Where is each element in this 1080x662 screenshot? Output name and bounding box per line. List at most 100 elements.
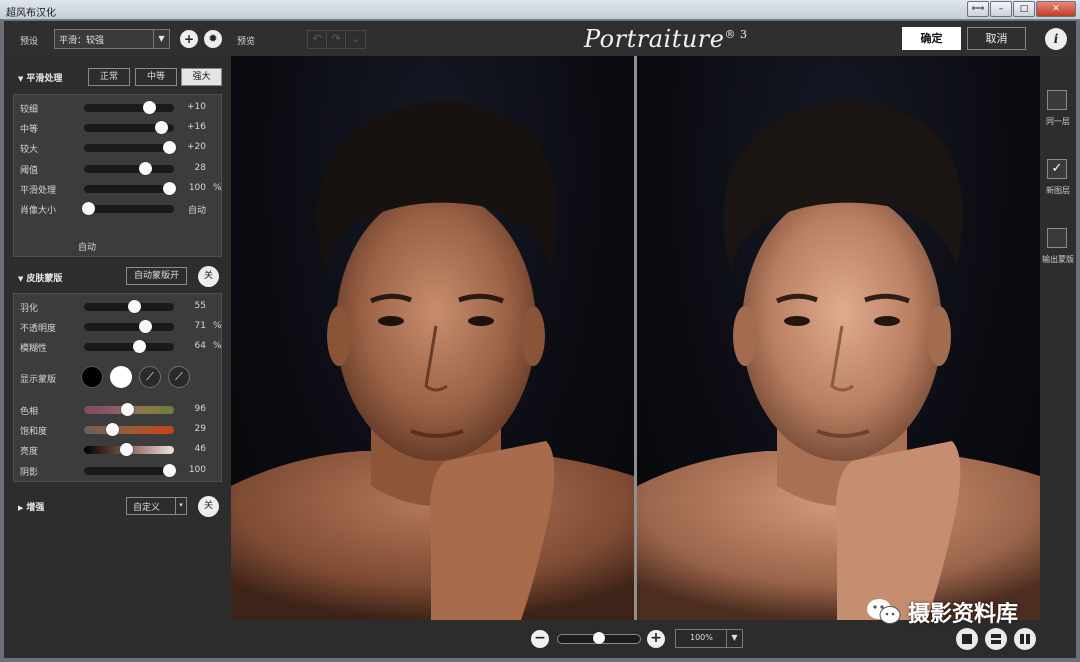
slider-label: 亮度 <box>20 447 39 458</box>
slider-knob[interactable] <box>132 340 146 354</box>
ok-button[interactable]: 确定 <box>902 27 961 50</box>
maximize-button[interactable]: □ <box>1013 1 1035 17</box>
slider-value: 100 <box>188 182 206 193</box>
preset-select[interactable]: 平滑：较强 ▼ <box>54 29 170 49</box>
eyedropper-icon[interactable]: ⟋ <box>139 366 161 388</box>
slider-track[interactable] <box>84 181 176 195</box>
preset-label: 预设 <box>20 37 39 47</box>
split-vertical-view-button[interactable] <box>1014 628 1036 650</box>
slider-knob[interactable] <box>120 443 134 457</box>
chevron-down-icon: ▼ <box>153 30 169 48</box>
slider-track[interactable] <box>84 101 174 114</box>
split-horizontal-bottom-icon <box>991 640 1001 644</box>
enhance-title: 增强 <box>26 503 45 513</box>
cancel-button[interactable]: 取消 <box>967 27 1026 50</box>
same-layer-checkbox[interactable] <box>1047 90 1067 110</box>
minimize-button[interactable]: – <box>990 1 1012 17</box>
slider-label: 阈值 <box>20 165 39 176</box>
slider-knob[interactable] <box>139 161 153 175</box>
skin-mask-section-header[interactable]: ▼ 皮肤蒙版 <box>18 271 62 284</box>
zoom-slider-knob[interactable] <box>593 632 605 644</box>
enhance-section-header[interactable]: ▶ 增强 <box>18 500 44 513</box>
output-mask-checkbox[interactable] <box>1047 228 1067 248</box>
slider-row: 羽化 55 <box>14 300 221 314</box>
single-view-button[interactable] <box>956 628 978 650</box>
smoothing-sliders: 较细 +10 中等 +16 较大 +20 阈值 28 平滑处理 100% 肖像大小 自动 <box>13 94 222 257</box>
enhance-preset-select[interactable]: 自定义 ▾ <box>126 497 187 515</box>
slider-row: 模糊性 64% <box>14 340 222 354</box>
slider-knob[interactable] <box>105 423 119 437</box>
slider-track[interactable] <box>84 423 174 437</box>
zoom-slider[interactable] <box>557 632 641 644</box>
slider-knob[interactable] <box>81 202 95 215</box>
slider-row: 不透明度 71% <box>14 320 222 335</box>
show-mask-black-swatch[interactable] <box>81 366 103 388</box>
slider-value: 100 <box>188 464 206 475</box>
skin-mask-sliders: 显示蒙版 ⟋ ⟋ 羽化 55 不透明度 71% 模糊性 64% 色相 96 饱和度 29 亮度 46 阴… <box>13 293 222 482</box>
slider-knob[interactable] <box>162 141 176 155</box>
auto-mask-button[interactable]: 自动蒙版开 <box>126 267 187 285</box>
portraiture-app: 预设 平滑：较强 ▼ + ✹ 预览 ↶ ↷ ⌄ Portraiture® 3 确… <box>4 21 1076 658</box>
slider-knob[interactable] <box>142 101 156 114</box>
split-vertical-left-icon <box>1020 634 1024 644</box>
slider-row: 平滑处理 100% <box>14 181 222 196</box>
slider-track[interactable] <box>84 300 174 313</box>
watermark-text: 摄影资料库 <box>908 602 1019 627</box>
slider-value: 55 <box>194 301 206 311</box>
mode-normal-button[interactable]: 正常 <box>88 68 130 86</box>
slider-knob[interactable] <box>162 463 176 477</box>
zoom-level-select[interactable]: 100% ▼ <box>675 629 743 648</box>
preset-settings-button[interactable]: ✹ <box>204 30 222 48</box>
slider-track[interactable] <box>84 320 174 334</box>
logo-text: Portraiture <box>584 25 725 53</box>
minus-icon: − <box>534 630 546 646</box>
window-titlebar: 超风布汉化 ⟺ – □ ✕ <box>0 0 1080 20</box>
skin-mask-toggle[interactable]: 关 <box>198 266 219 287</box>
enhance-toggle[interactable]: 关 <box>198 496 219 517</box>
plus-icon: + <box>183 32 195 46</box>
resize-window-button[interactable]: ⟺ <box>967 1 989 17</box>
mode-medium-button[interactable]: 中等 <box>135 68 177 86</box>
slider-row: 较细 +10 <box>14 101 221 115</box>
split-horizontal-view-button[interactable] <box>985 628 1007 650</box>
chevron-down-icon: ▾ <box>175 498 186 514</box>
slider-track[interactable] <box>84 141 176 155</box>
output-panel: 同一层 ✓ 新图层 输出蒙版 <box>1040 56 1076 658</box>
checkmark-icon: ✓ <box>1051 161 1063 176</box>
slider-track[interactable] <box>84 161 174 175</box>
undo-icon[interactable]: ↶ <box>308 31 327 48</box>
slider-track[interactable] <box>84 403 174 416</box>
close-button[interactable]: ✕ <box>1036 1 1076 17</box>
info-button[interactable]: i <box>1045 28 1067 50</box>
slider-track[interactable] <box>84 340 174 354</box>
zoom-out-button[interactable]: − <box>531 630 549 648</box>
slider-knob[interactable] <box>162 181 176 195</box>
history-chevron-icon[interactable]: ⌄ <box>346 31 365 48</box>
slider-knob[interactable] <box>127 300 141 313</box>
slider-label: 不透明度 <box>20 324 57 335</box>
slider-value: 96 <box>194 404 206 414</box>
eyedropper-plus-icon[interactable]: ⟋ <box>168 366 190 388</box>
new-layer-checkbox[interactable]: ✓ <box>1047 159 1067 179</box>
triangle-down-icon: ▼ <box>18 75 24 83</box>
undo-redo-group: ↶ ↷ ⌄ <box>307 30 366 49</box>
slider-label: 较大 <box>20 145 39 156</box>
slider-track[interactable] <box>84 463 176 477</box>
slider-track[interactable] <box>84 443 174 457</box>
zoom-in-button[interactable]: + <box>647 630 665 648</box>
watermark: 摄影资料库 <box>866 596 1018 628</box>
smoothing-section-header[interactable]: ▼ 平滑处理 <box>18 71 62 84</box>
slider-knob[interactable] <box>155 121 169 135</box>
add-preset-button[interactable]: + <box>180 30 198 48</box>
single-view-icon <box>962 634 972 644</box>
slider-knob[interactable] <box>139 320 153 334</box>
slider-row: 阈值 28 <box>14 161 221 176</box>
mode-strong-button[interactable]: 强大 <box>181 68 222 86</box>
slider-track[interactable] <box>84 121 174 135</box>
show-mask-white-swatch[interactable] <box>110 366 132 388</box>
slider-value: 46 <box>194 444 206 455</box>
redo-icon[interactable]: ↷ <box>327 31 346 48</box>
info-icon: i <box>1053 32 1059 46</box>
slider-track[interactable] <box>81 202 174 215</box>
slider-knob[interactable] <box>121 403 135 416</box>
